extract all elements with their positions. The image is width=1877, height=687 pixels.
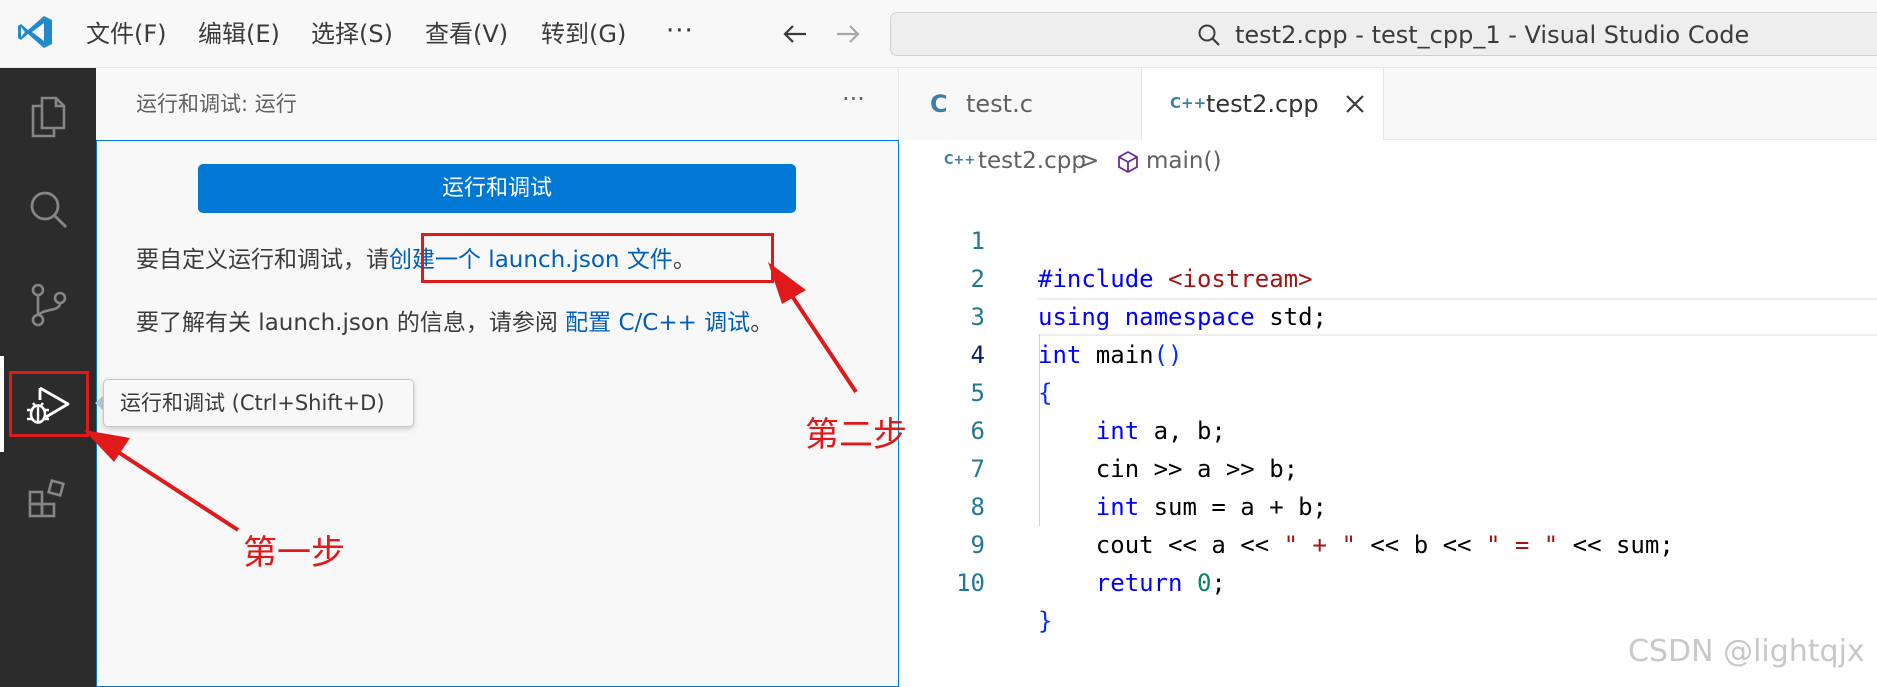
watermark: CSDN @lightqjx [1628,634,1865,669]
code-line: 10 } [900,526,1877,635]
back-arrow-icon[interactable] [779,18,811,50]
command-center[interactable]: test2.cpp - test_cpp_1 - Visual Studio C… [890,12,1877,56]
editor-tabs: C test.c C++ test2.cpp [900,68,1877,140]
symbol-method-icon [1118,150,1138,174]
explorer-icon[interactable] [24,92,72,140]
configure-debug-link[interactable]: 配置 C/C++ 调试 [565,310,750,336]
menu-selection[interactable]: 选择(S) [311,0,393,68]
create-link-highlight-box [421,233,774,283]
menu-more-button[interactable]: ··· [666,0,694,68]
tab-label: test2.cpp [1206,90,1319,118]
breadcrumb-symbol[interactable]: main() [1146,142,1221,180]
menu-view[interactable]: 查看(V) [425,0,508,68]
code-line: 7 int sum = a + b; [900,412,1877,521]
title-bar: 文件(F) 编辑(E) 选择(S) 查看(V) 转到(G) ··· test2.… [0,0,1877,68]
extensions-icon[interactable] [24,474,72,522]
run-debug-sidebar: 运行和调试: 运行 ··· [96,68,899,687]
forward-arrow-icon[interactable] [832,18,864,50]
tab-label: test.c [966,90,1033,118]
close-icon[interactable] [1343,92,1367,116]
code-line: 3 int main() [900,260,1877,369]
search-icon [1198,24,1220,46]
learn-more-prefix: 要了解有关 launch.json 的信息，请参阅 [136,310,566,336]
code-line: 8 cout << a << " + " << b << " = " << su… [900,450,1877,559]
sidebar-more-button[interactable]: ··· [842,68,865,140]
menu-edit[interactable]: 编辑(E) [198,0,280,68]
customize-prefix: 要自定义运行和调试，请 [136,247,389,273]
breadcrumb-separator: > [1080,148,1100,174]
indent-guide [1039,334,1040,526]
c-file-icon: C [930,90,948,118]
code-line: 2 using namespace std; [900,222,1877,331]
code-editor[interactable]: 1 #include <iostream> 2 using namespace … [900,184,1877,687]
run-and-debug-button[interactable]: 运行和调试 [198,164,796,213]
menu-file[interactable]: 文件(F) [86,0,167,68]
vscode-logo-icon [18,16,52,48]
line-content: } [1038,607,1053,635]
code-line: 1 #include <iostream> [900,184,1877,293]
line-content: return 0; [1095,569,1226,597]
learn-more-suffix: 。 [750,310,774,336]
menu-go[interactable]: 转到(G) [541,0,626,68]
tab-test-c[interactable]: C test.c [900,68,1142,140]
source-control-icon[interactable] [24,280,72,328]
step-one-label: 第一步 [243,533,345,573]
code-line: 6 cin >> a >> b; [900,374,1877,483]
cpp-file-icon: C++ [1170,94,1207,112]
activity-bar [0,68,96,687]
line-number: 10 [956,569,985,597]
code-line: 5 int a, b; [900,336,1877,445]
step-two-label: 第二步 [805,415,907,455]
code-line: 4 { [900,298,1877,407]
code-line: 9 return 0; [900,488,1877,597]
command-center-title: test2.cpp - test_cpp_1 - Visual Studio C… [1235,21,1750,49]
learn-more-text: 要了解有关 launch.json 的信息，请参阅 配置 C/C++ 调试。 [136,303,773,337]
run-debug-highlight-box [9,371,89,437]
run-debug-tooltip: 运行和调试 (Ctrl+Shift+D) [103,379,414,427]
cpp-file-icon: C++ [944,153,976,168]
search-icon[interactable] [24,186,72,234]
active-indicator [0,356,4,452]
tab-test2-cpp[interactable]: C++ test2.cpp [1142,68,1384,140]
breadcrumb-file[interactable]: test2.cpp [978,142,1086,180]
sidebar-title: 运行和调试: 运行 [136,92,297,116]
